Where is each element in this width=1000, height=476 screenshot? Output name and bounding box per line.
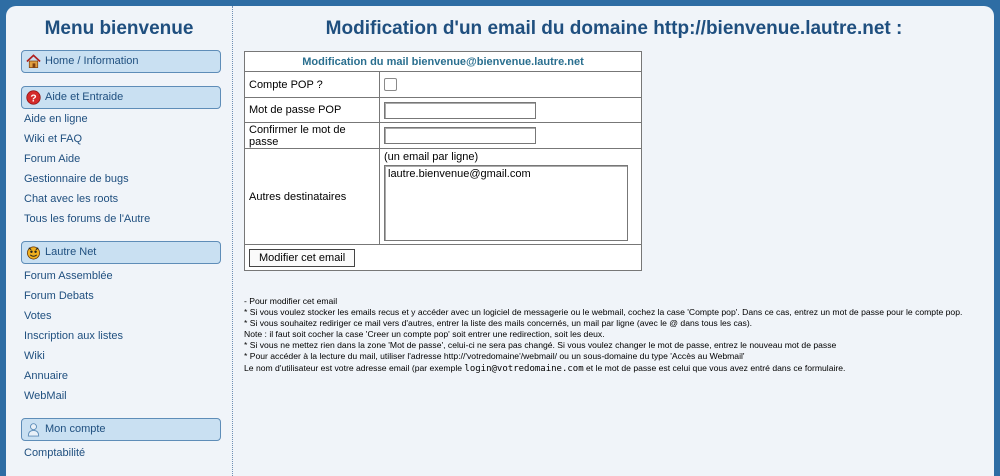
sidebar-item-forum-debats[interactable]: Forum Debats	[24, 286, 232, 306]
recipients-hint: (un email par ligne)	[384, 151, 479, 163]
page-frame: Menu bienvenue Home / Information ? Aide…	[6, 6, 994, 476]
recipients-textarea[interactable]: lautre.bienvenue@gmail.com	[384, 165, 628, 241]
sidebar-item-forum-aide[interactable]: Forum Aide	[24, 149, 232, 169]
main-content: Modification d'un email du domaine http:…	[234, 6, 994, 476]
sidebar-section-home[interactable]: Home / Information	[21, 50, 221, 73]
sidebar-item-chat-roots[interactable]: Chat avec les roots	[24, 189, 232, 209]
sidebar-section-mon-compte[interactable]: Mon compte	[21, 418, 221, 441]
help-line-text: Le nom d'utilisateur est votre adresse e…	[244, 362, 465, 373]
confirm-password-input[interactable]	[384, 127, 536, 144]
help-line: Le nom d'utilisateur est votre adresse e…	[244, 363, 979, 375]
sidebar-title: Menu bienvenue	[44, 18, 194, 39]
pop-account-checkbox[interactable]	[384, 78, 397, 91]
sidebar-section-label: Aide et Entraide	[45, 91, 124, 103]
sidebar-section-lautre-net[interactable]: Lautre Net	[21, 241, 221, 264]
email-edit-form: Modification du mail bienvenue@bienvenue…	[244, 51, 642, 271]
form-caption: Modification du mail bienvenue@bienvenue…	[244, 51, 642, 72]
sidebar-section-label: Lautre Net	[45, 246, 97, 258]
help-text: - Pour modifier cet email * Si vous voul…	[244, 296, 979, 375]
password-label: Mot de passe POP	[244, 97, 380, 123]
sidebar-item-annuaire[interactable]: Annuaire	[24, 366, 232, 386]
help-line: - Pour modifier cet email	[244, 296, 338, 306]
help-line: * Si vous voulez stocker les emails recu…	[244, 307, 963, 318]
sidebar-section-aide[interactable]: ? Aide et Entraide	[21, 86, 221, 109]
user-icon	[27, 423, 40, 437]
sidebar-item-votes[interactable]: Votes	[24, 306, 232, 326]
help-line: * Si vous ne mettez rien dans la zone 'M…	[244, 340, 837, 351]
help-line: * Pour accéder à la lecture du mail, uti…	[244, 351, 745, 362]
sidebar-item-wiki-faq[interactable]: Wiki et FAQ	[24, 129, 232, 149]
sidebar-item-wiki[interactable]: Wiki	[24, 346, 232, 366]
sidebar-section-label: Home / Information	[45, 55, 139, 67]
help-line: * Si vous souhaitez rediriger ce mail ve…	[244, 318, 753, 329]
sidebar-item-mailing-lists[interactable]: Inscription aux listes	[24, 326, 232, 346]
help-line-text: et le mot de passe est celui que vous av…	[583, 362, 846, 373]
confirm-password-label: Confirmer le mot de passe	[244, 122, 380, 149]
sidebar-menu: Menu bienvenue Home / Information ? Aide…	[6, 6, 233, 476]
pop-account-label: Compte POP ?	[244, 71, 380, 98]
home-icon	[26, 54, 41, 68]
lautre-logo-icon	[27, 246, 40, 260]
sidebar-section-label: Mon compte	[45, 423, 106, 435]
example-login: login@votredomaine.com	[464, 363, 584, 374]
sidebar-item-aide-en-ligne[interactable]: Aide en ligne	[24, 109, 232, 129]
help-line: Note : il faut soit cocher la case 'Cree…	[244, 329, 605, 340]
submit-button[interactable]: Modifier cet email	[249, 248, 356, 267]
recipients-value: lautre.bienvenue@gmail.com	[388, 168, 531, 180]
password-input[interactable]	[384, 101, 536, 119]
svg-text:?: ?	[30, 93, 36, 104]
sidebar-item-webmail[interactable]: WebMail	[24, 386, 232, 406]
help-icon: ?	[26, 90, 41, 105]
page-title: Modification d'un email du domaine http:…	[325, 18, 903, 39]
sidebar-item-comptabilite[interactable]: Comptabilité	[24, 443, 232, 463]
sidebar-item-forum-assemblee[interactable]: Forum Assemblée	[24, 266, 232, 286]
sidebar-item-bug-tracker[interactable]: Gestionnaire de bugs	[24, 169, 232, 189]
recipients-label: Autres destinataires	[244, 148, 380, 245]
sidebar-item-all-forums[interactable]: Tous les forums de l'Autre	[24, 209, 232, 229]
